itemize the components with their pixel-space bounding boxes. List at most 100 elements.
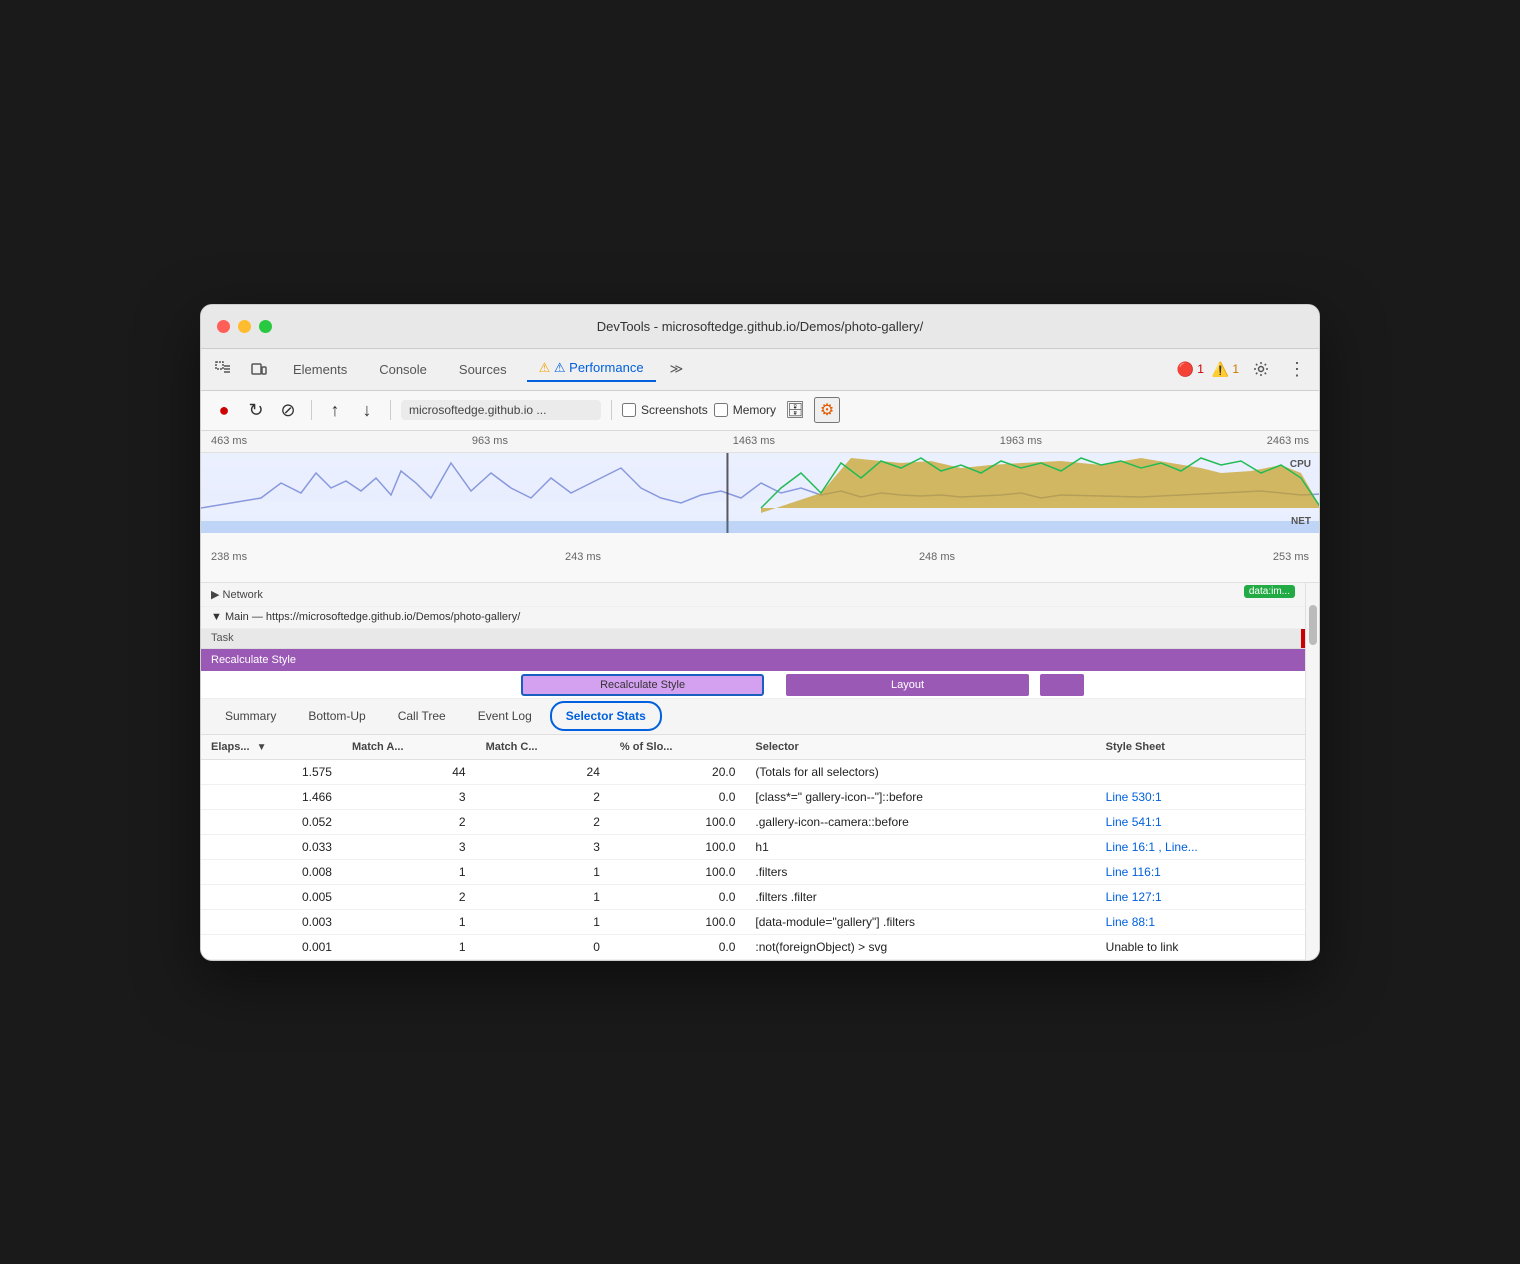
- col-pct[interactable]: % of Slo...: [610, 735, 745, 760]
- tab-more-button[interactable]: ≫: [664, 357, 690, 381]
- tab-event-log[interactable]: Event Log: [464, 703, 546, 729]
- stylesheet-link-4[interactable]: Line 116:1: [1106, 865, 1161, 879]
- stylesheet-link-1[interactable]: Line 530:1: [1106, 790, 1162, 804]
- stylesheet-link-6[interactable]: Line 88:1: [1106, 915, 1155, 929]
- flame-small-block[interactable]: [1040, 674, 1084, 696]
- tab-bottom-up[interactable]: Bottom-Up: [294, 703, 379, 729]
- cell-elapsed-2: 0.052: [201, 809, 342, 834]
- cell-match-a-1: 3: [342, 784, 476, 809]
- col-match-a[interactable]: Match A...: [342, 735, 476, 760]
- network-track-label: ▶ Network: [211, 588, 331, 601]
- cell-match-a-2: 2: [342, 809, 476, 834]
- url-display: microsoftedge.github.io ...: [401, 400, 601, 420]
- settings-button[interactable]: [1247, 355, 1275, 383]
- selector-stats-table: Elaps... ▼ Match A... Match C... % of Sl…: [201, 735, 1305, 960]
- inspect-icon-button[interactable]: [209, 355, 237, 383]
- memory-checkbox[interactable]: [714, 403, 728, 417]
- flame-layout-label: Layout: [891, 679, 924, 691]
- cell-elapsed-7: 0.001: [201, 934, 342, 959]
- ruler-marks: 463 ms 963 ms 1463 ms 1963 ms 2463 ms: [211, 435, 1309, 447]
- cell-elapsed-1: 1.466: [201, 784, 342, 809]
- ruler-mark-0: 463 ms: [211, 435, 247, 447]
- memory-checkbox-label[interactable]: Memory: [714, 403, 776, 417]
- record-button[interactable]: ●: [211, 397, 237, 423]
- tab-sources[interactable]: Sources: [447, 358, 519, 381]
- tab-console[interactable]: Console: [367, 358, 439, 381]
- timeline-chart[interactable]: CPU NET: [201, 453, 1319, 533]
- cell-selector-2: .gallery-icon--camera::before: [745, 809, 1095, 834]
- upload-button[interactable]: ↑: [322, 397, 348, 423]
- screenshots-checkbox[interactable]: [622, 403, 636, 417]
- bottom-panel: Elaps... ▼ Match A... Match C... % of Sl…: [201, 735, 1305, 960]
- cell-match-c-2: 2: [476, 809, 610, 834]
- ruler-mark-3: 1963 ms: [1000, 435, 1042, 447]
- clear-button[interactable]: ⊘: [275, 397, 301, 423]
- download-button[interactable]: ↓: [354, 397, 380, 423]
- memory-icon-button[interactable]: 🗄: [782, 397, 808, 423]
- recalc-bar: Recalculate Style: [201, 649, 1305, 671]
- toolbar-separator-1: [311, 400, 312, 420]
- warn-count: ⚠️ 1: [1212, 361, 1239, 378]
- table-row: 0.052 2 2 100.0 .gallery-icon--camera::b…: [201, 809, 1305, 834]
- tab-call-tree[interactable]: Call Tree: [384, 703, 460, 729]
- cell-stylesheet-2: Line 541:1: [1096, 809, 1305, 834]
- table-row: 1.575 44 24 20.0 (Totals for all selecto…: [201, 759, 1305, 784]
- col-match-c[interactable]: Match C...: [476, 735, 610, 760]
- more-options-button[interactable]: ⋮: [1283, 355, 1311, 383]
- memory-label: Memory: [733, 403, 776, 417]
- timeline-ruler: 463 ms 963 ms 1463 ms 1963 ms 2463 ms: [201, 431, 1319, 453]
- stylesheet-link-2[interactable]: Line 541:1: [1106, 815, 1162, 829]
- flame-layout-block[interactable]: Layout: [786, 674, 1029, 696]
- table-row: 0.003 1 1 100.0 [data-module="gallery"] …: [201, 909, 1305, 934]
- cell-match-a-4: 1: [342, 859, 476, 884]
- toolbar: ● ↻ ⊘ ↑ ↓ microsoftedge.github.io ... Sc…: [201, 391, 1319, 431]
- cell-stylesheet-1: Line 530:1: [1096, 784, 1305, 809]
- screenshots-checkbox-label[interactable]: Screenshots: [622, 403, 708, 417]
- table-row: 0.008 1 1 100.0 .filters Line 116:1: [201, 859, 1305, 884]
- device-toggle-button[interactable]: [245, 355, 273, 383]
- flame-recalc-block[interactable]: Recalculate Style: [521, 674, 764, 696]
- bottom-tabs-row: Summary Bottom-Up Call Tree Event Log Se…: [201, 699, 1305, 735]
- tab-performance[interactable]: ⚠ ⚠ Performance: [527, 356, 656, 382]
- tab-selector-stats[interactable]: Selector Stats: [550, 701, 662, 731]
- tab-bar-left: Elements Console Sources ⚠ ⚠ Performance…: [209, 355, 689, 383]
- recalc-label: Recalculate Style: [211, 654, 296, 666]
- cell-match-a-5: 2: [342, 884, 476, 909]
- second-marks: 238 ms 243 ms 248 ms 253 ms: [211, 551, 1309, 563]
- cell-stylesheet-5: Line 127:1: [1096, 884, 1305, 909]
- toolbar-separator-2: [390, 400, 391, 420]
- toolbar-separator-3: [611, 400, 612, 420]
- panel-scrollbar[interactable]: [1305, 583, 1319, 960]
- close-button[interactable]: [217, 320, 230, 333]
- title-bar: DevTools - microsoftedge.github.io/Demos…: [201, 305, 1319, 349]
- performance-settings-button[interactable]: ⚙: [814, 397, 840, 423]
- cell-match-c-3: 3: [476, 834, 610, 859]
- tab-summary[interactable]: Summary: [211, 703, 290, 729]
- stylesheet-link-3[interactable]: Line 16:1 , Line...: [1106, 840, 1198, 854]
- cell-match-c-4: 1: [476, 859, 610, 884]
- refresh-button[interactable]: ↻: [243, 397, 269, 423]
- table-row: 0.001 1 0 0.0 :not(foreignObject) > svg …: [201, 934, 1305, 959]
- col-elapsed[interactable]: Elaps... ▼: [201, 735, 342, 760]
- cpu-label: CPU: [1290, 459, 1311, 470]
- tab-bar-right: 🔴 1 ⚠️ 1 ⋮: [1177, 355, 1311, 383]
- network-badge: data:im...: [1244, 585, 1295, 598]
- cell-elapsed-3: 0.033: [201, 834, 342, 859]
- stylesheet-link-5[interactable]: Line 127:1: [1106, 890, 1162, 904]
- scroll-thumb[interactable]: [1309, 605, 1317, 645]
- tab-elements[interactable]: Elements: [281, 358, 359, 381]
- second-mark-3: 253 ms: [1273, 551, 1309, 563]
- col-selector[interactable]: Selector: [745, 735, 1095, 760]
- cell-pct-3: 100.0: [610, 834, 745, 859]
- cell-elapsed-5: 0.005: [201, 884, 342, 909]
- maximize-button[interactable]: [259, 320, 272, 333]
- table-row: 0.033 3 3 100.0 h1 Line 16:1 , Line...: [201, 834, 1305, 859]
- col-stylesheet[interactable]: Style Sheet: [1096, 735, 1305, 760]
- cell-match-a-6: 1: [342, 909, 476, 934]
- ruler-mark-4: 2463 ms: [1267, 435, 1309, 447]
- minimize-button[interactable]: [238, 320, 251, 333]
- main-track: ▼ Main — https://microsoftedge.github.io…: [201, 607, 1305, 629]
- main-track-label: ▼ Main — https://microsoftedge.github.io…: [211, 611, 520, 623]
- cell-selector-1: [class*=" gallery-icon--"]::before: [745, 784, 1095, 809]
- cell-elapsed-4: 0.008: [201, 859, 342, 884]
